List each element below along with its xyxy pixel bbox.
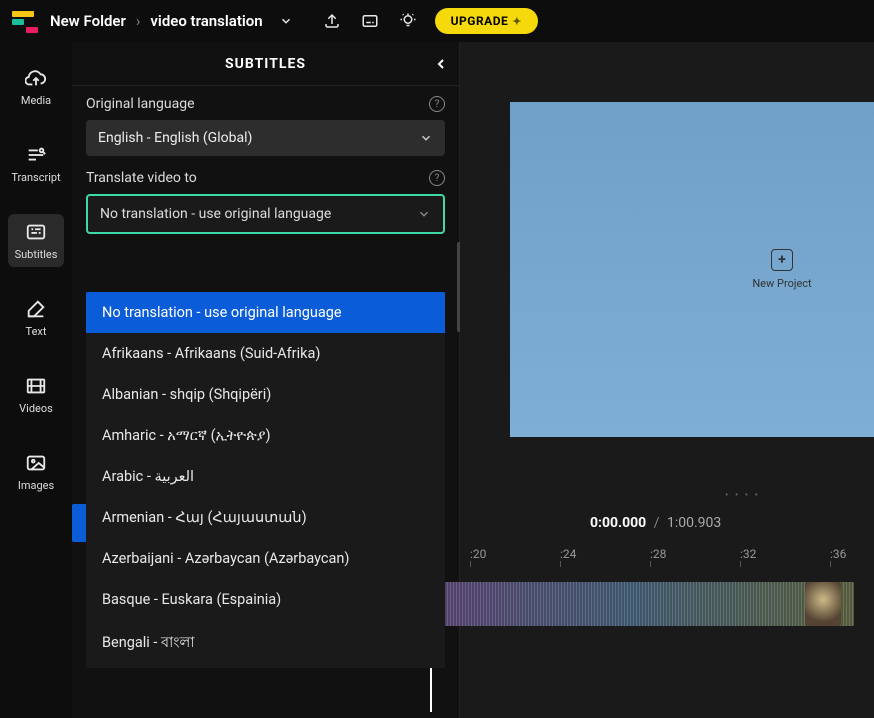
sidebar-item-label: Media: [21, 94, 51, 107]
sidebar-item-images[interactable]: Images: [8, 445, 64, 498]
timecode: 0:00.000 / 1:00.903: [590, 515, 721, 531]
timeline-ruler[interactable]: :20 :24 :28 :32 :36: [460, 542, 874, 566]
topbar: New Folder › video translation UPGRADE ✦: [0, 0, 874, 42]
new-project-button[interactable]: + New Project: [752, 249, 811, 290]
ruler-tick: :20: [470, 547, 486, 561]
help-icon[interactable]: ?: [429, 96, 445, 112]
translate-to-label: Translate video to: [86, 170, 197, 186]
sidebar: Media Transcript Subtitles Text Videos: [0, 42, 72, 718]
panel-header: SUBTITLES: [72, 42, 459, 86]
original-language-select[interactable]: English - English (Global): [86, 120, 445, 156]
breadcrumb-folder[interactable]: New Folder: [50, 12, 126, 30]
right-area: + New Project • • • • 0:00.000 / 1:00.90…: [460, 42, 874, 718]
panel-body: Original language ? English - English (G…: [72, 86, 459, 258]
sidebar-item-label: Transcript: [11, 171, 60, 184]
chevron-down-icon: [417, 207, 431, 221]
help-icon[interactable]: ?: [429, 170, 445, 186]
plus-icon: +: [771, 249, 793, 271]
dropdown-option[interactable]: Bengali - বাংলা: [86, 620, 445, 668]
dropdown-option[interactable]: Albanian - shqip (Shqipëri): [86, 374, 445, 415]
sidebar-item-label: Subtitles: [15, 248, 58, 261]
dropdown-option[interactable]: Arabic - العربية: [86, 456, 445, 497]
sidebar-item-text[interactable]: Text: [8, 291, 64, 344]
sparkle-icon: ✦: [512, 15, 522, 28]
translate-to-dropdown[interactable]: No translation - use original language A…: [86, 292, 445, 668]
dropdown-option[interactable]: Basque - Euskara (Espainia): [86, 579, 445, 620]
ruler-tick: :32: [740, 547, 756, 561]
sidebar-item-label: Text: [26, 325, 47, 338]
new-project-label: New Project: [752, 277, 811, 290]
upgrade-button[interactable]: UPGRADE ✦: [435, 8, 538, 34]
dropdown-option[interactable]: Armenian - Հայ (Հայաստան): [86, 497, 445, 538]
sidebar-item-transcript[interactable]: Transcript: [8, 137, 64, 190]
breadcrumb-separator: ›: [136, 12, 141, 30]
subtitles-icon: [24, 220, 48, 244]
timeline-track[interactable]: 1: [420, 572, 874, 632]
breadcrumb-project[interactable]: video translation: [150, 12, 262, 30]
breadcrumb: New Folder › video translation: [50, 12, 263, 30]
video-clip[interactable]: [405, 582, 854, 626]
panel-resize-handle[interactable]: • • • •: [725, 490, 760, 501]
dropdown-option[interactable]: No translation - use original language: [86, 292, 445, 333]
timecode-total: 1:00.903: [667, 515, 721, 531]
sidebar-item-label: Videos: [19, 402, 53, 415]
app-logo: [12, 11, 38, 31]
lightbulb-icon[interactable]: [397, 10, 419, 32]
dropdown-option[interactable]: Azerbaijani - Azərbaycan (Azərbaycan): [86, 538, 445, 579]
videos-icon: [24, 374, 48, 398]
dropdown-option[interactable]: Amharic - አማርኛ (ኢትዮጵያ): [86, 415, 445, 456]
upgrade-label: UPGRADE: [451, 14, 509, 28]
sidebar-item-videos[interactable]: Videos: [8, 368, 64, 421]
text-icon: [24, 297, 48, 321]
translate-to-row: Translate video to ?: [86, 170, 445, 186]
original-language-row: Original language ?: [86, 96, 445, 112]
cloud-upload-icon: [24, 66, 48, 90]
clip-thumbnail: [805, 582, 841, 626]
original-language-value: English - English (Global): [98, 130, 252, 146]
caption-icon[interactable]: [359, 10, 381, 32]
transcript-icon: [24, 143, 48, 167]
ruler-tick: :24: [560, 547, 576, 561]
main-layout: Media Transcript Subtitles Text Videos: [0, 42, 874, 718]
sidebar-item-label: Images: [18, 479, 54, 492]
ruler-tick: :36: [830, 547, 846, 561]
chevron-down-icon: [419, 131, 433, 145]
sidebar-item-media[interactable]: Media: [8, 60, 64, 113]
chevron-down-icon[interactable]: [275, 10, 297, 32]
timeline-header: 0:00.000 / 1:00.903: [460, 504, 874, 542]
timecode-current: 0:00.000: [590, 515, 646, 531]
video-preview: + New Project: [510, 102, 874, 437]
translate-to-select[interactable]: No translation - use original language: [86, 194, 445, 234]
topbar-actions: UPGRADE ✦: [321, 8, 538, 34]
waveform: [405, 582, 854, 626]
sidebar-item-subtitles[interactable]: Subtitles: [8, 214, 64, 267]
timecode-separator: /: [654, 515, 660, 531]
ruler-tick: :28: [650, 547, 666, 561]
collapse-panel-icon[interactable]: [433, 56, 449, 72]
images-icon: [24, 451, 48, 475]
share-icon[interactable]: [321, 10, 343, 32]
subtitles-panel: SUBTITLES Original language ? English - …: [72, 42, 460, 718]
dropdown-option[interactable]: Afrikaans - Afrikaans (Suid-Afrika): [86, 333, 445, 374]
panel-title: SUBTITLES: [225, 56, 306, 72]
translate-to-value: No translation - use original language: [100, 206, 331, 222]
original-language-label: Original language: [86, 96, 195, 112]
